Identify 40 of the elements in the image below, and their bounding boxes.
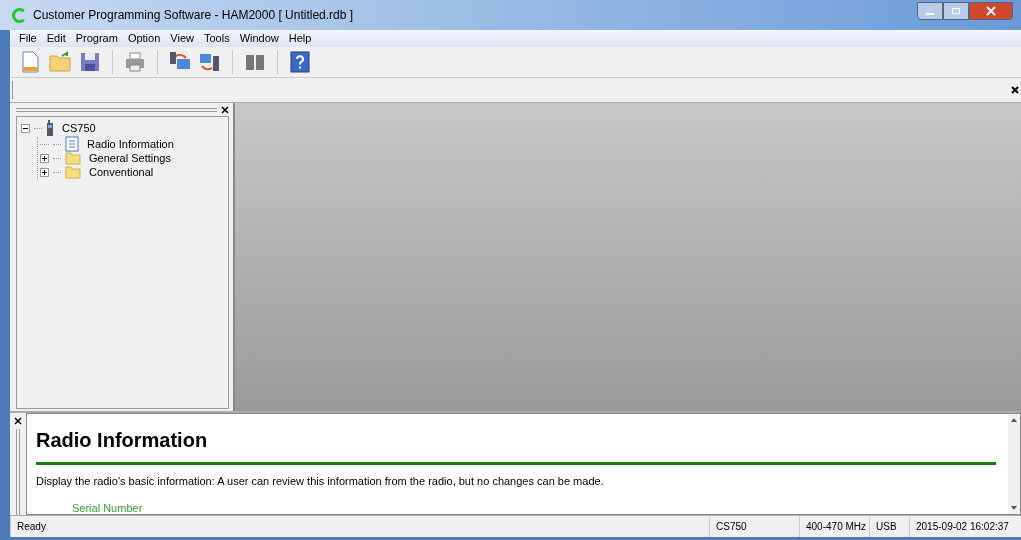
help-icon[interactable]	[288, 50, 312, 74]
close-icon[interactable]	[1011, 86, 1019, 94]
menu-item[interactable]: Tools	[198, 30, 235, 47]
document-icon	[65, 136, 79, 152]
menu-item[interactable]: Edit	[41, 30, 71, 47]
help-heading: Radio Information	[36, 428, 209, 452]
app-logo-icon	[12, 7, 27, 23]
collapse-icon[interactable]	[21, 123, 30, 133]
close-icon[interactable]	[14, 417, 22, 425]
status-field: Ready	[10, 516, 709, 537]
status-field: 2015-09-02 16:02:37	[909, 516, 1021, 537]
save-icon[interactable]	[78, 50, 102, 74]
menu-item[interactable]: File	[14, 30, 42, 47]
menu-item[interactable]: Program	[70, 30, 123, 47]
close-button[interactable]	[969, 2, 1013, 20]
scrollbar[interactable]	[1008, 414, 1020, 514]
scroll-down-icon[interactable]	[1011, 506, 1017, 510]
menu-item[interactable]: Option	[122, 30, 166, 47]
expand-icon[interactable]	[40, 167, 49, 177]
radio-icon	[46, 120, 54, 136]
maximize-button[interactable]	[943, 2, 969, 20]
folder-icon	[65, 165, 81, 179]
minimize-button[interactable]	[917, 2, 943, 20]
window-title: Customer Programming Software - HAM2000 [ Untitled.rdb ]	[33, 7, 354, 24]
status-field: CS750	[709, 516, 799, 537]
close-icon[interactable]	[221, 105, 229, 114]
tree-item[interactable]: CS750	[62, 119, 96, 137]
folder-icon	[65, 151, 81, 165]
menu-item[interactable]: View	[165, 30, 199, 47]
open-folder-icon[interactable]	[48, 50, 72, 74]
status-field: 400-470 MHz	[799, 516, 869, 537]
scroll-up-icon[interactable]	[1011, 418, 1017, 422]
help-text: Display the radio's basic information: A user can review this information from the radio, but no changes can be made.	[36, 474, 605, 489]
expand-icon[interactable]	[40, 153, 49, 163]
help-link[interactable]: Serial Number	[72, 501, 996, 514]
status-field: USB	[869, 516, 909, 537]
close-icon	[986, 6, 996, 16]
printer-icon[interactable]	[123, 50, 147, 74]
menu-item[interactable]: Help	[283, 30, 317, 47]
menu-item[interactable]: Window	[234, 30, 284, 47]
